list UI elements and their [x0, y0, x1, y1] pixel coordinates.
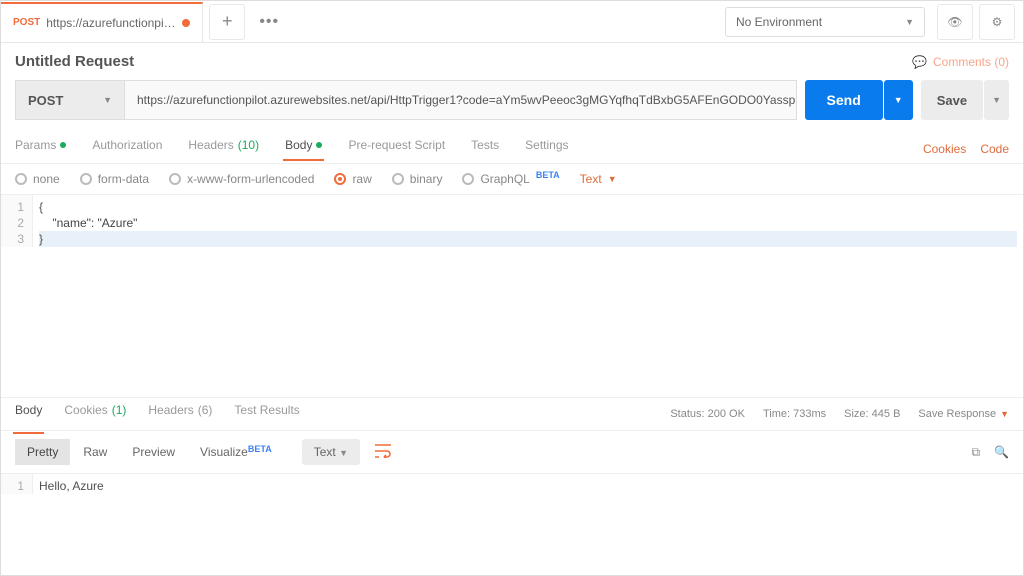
dots-icon: ••• — [259, 13, 279, 31]
chevron-down-icon: ▼ — [339, 448, 348, 458]
body-none[interactable]: none — [15, 172, 60, 186]
tab-headers[interactable]: Headers (10) — [188, 138, 259, 160]
response-status-info: Status: 200 OK Time: 733ms Size: 445 B S… — [670, 408, 1009, 420]
cookies-link[interactable]: Cookies — [923, 142, 966, 156]
comment-icon: 💬 — [912, 55, 927, 69]
chevron-down-icon: ▼ — [103, 95, 112, 105]
top-tab-bar: POST https://azurefunctionpilot.azu... +… — [1, 1, 1023, 43]
body-type-options: none form-data x-www-form-urlencoded raw… — [1, 164, 1023, 195]
request-tab[interactable]: POST https://azurefunctionpilot.azu... — [1, 2, 203, 42]
view-raw[interactable]: Raw — [71, 439, 119, 465]
response-time: 733ms — [793, 408, 826, 420]
body-graphql[interactable]: GraphQLBETA — [462, 172, 559, 186]
chevron-down-icon: ▼ — [608, 174, 617, 184]
chevron-down-icon: ▼ — [992, 95, 1001, 105]
environment-preview-button[interactable]: 👁 — [937, 4, 973, 40]
gear-icon: ⚙ — [992, 15, 1003, 29]
wrap-lines-button[interactable] — [374, 444, 392, 461]
unsaved-indicator-icon — [182, 19, 190, 27]
view-pretty[interactable]: Pretty — [15, 439, 70, 465]
tab-overflow-button[interactable]: ••• — [251, 4, 287, 40]
code-area[interactable]: { "name": "Azure" } — [33, 195, 1023, 247]
tab-params[interactable]: Params — [15, 138, 66, 160]
resp-tab-body[interactable]: Body — [15, 403, 42, 425]
save-response-button[interactable]: Save Response ▼ — [918, 408, 1009, 420]
method-value: POST — [28, 93, 63, 108]
search-response-button[interactable]: 🔍 — [994, 445, 1009, 460]
send-button[interactable]: Send — [805, 80, 883, 120]
request-title[interactable]: Untitled Request — [15, 53, 134, 70]
body-binary[interactable]: binary — [392, 172, 443, 186]
line-gutter: 123 — [1, 195, 33, 247]
response-body-viewer: 1 Hello, Azure — [1, 474, 1023, 494]
body-raw[interactable]: raw — [334, 172, 371, 186]
tab-method-label: POST — [13, 17, 40, 28]
response-toolbar: Pretty Raw Preview VisualizeBETA Text ▼ … — [1, 431, 1023, 474]
chevron-down-icon: ▼ — [905, 17, 914, 27]
comments-button[interactable]: 💬 Comments (0) — [912, 55, 1009, 69]
comments-label: Comments (0) — [933, 55, 1009, 69]
active-dot-icon — [316, 142, 322, 148]
save-options-button[interactable]: ▼ — [984, 80, 1009, 120]
environment-label: No Environment — [736, 15, 822, 29]
body-form-data[interactable]: form-data — [80, 172, 149, 186]
eye-icon: 👁 — [947, 15, 962, 29]
chevron-down-icon: ▼ — [1000, 409, 1009, 419]
response-format-selector[interactable]: Text ▼ — [302, 439, 360, 465]
chevron-down-icon: ▼ — [894, 95, 903, 105]
url-input[interactable]: https://azurefunctionpilot.azurewebsites… — [125, 80, 797, 120]
resp-tab-headers[interactable]: Headers (6) — [148, 403, 212, 425]
active-dot-icon — [60, 142, 66, 148]
url-row: POST ▼ https://azurefunctionpilot.azurew… — [1, 80, 1023, 120]
body-x-www[interactable]: x-www-form-urlencoded — [169, 172, 314, 186]
code-link[interactable]: Code — [980, 142, 1009, 156]
tab-title-label: https://azurefunctionpilot.azu... — [46, 16, 176, 30]
line-gutter: 1 — [1, 474, 33, 494]
response-size: 445 B — [872, 408, 901, 420]
status-code: 200 OK — [708, 408, 745, 420]
plus-icon: + — [222, 11, 233, 32]
tab-authorization[interactable]: Authorization — [92, 138, 162, 160]
resp-tab-test-results[interactable]: Test Results — [234, 403, 299, 425]
tab-body[interactable]: Body — [285, 138, 322, 160]
body-format-selector[interactable]: Text ▼ — [580, 172, 617, 186]
resp-tab-cookies[interactable]: Cookies (1) — [64, 403, 126, 425]
request-body-editor[interactable]: 123 { "name": "Azure" } — [1, 195, 1023, 247]
copy-response-button[interactable]: ⧉ — [971, 445, 980, 460]
new-tab-button[interactable]: + — [209, 4, 245, 40]
environment-selector[interactable]: No Environment ▼ — [725, 7, 925, 37]
send-options-button[interactable]: ▼ — [884, 80, 913, 120]
view-preview[interactable]: Preview — [120, 439, 187, 465]
save-button[interactable]: Save — [921, 80, 983, 120]
tab-prerequest[interactable]: Pre-request Script — [348, 138, 445, 160]
response-tabs: Body Cookies (1) Headers (6) Test Result… — [1, 397, 1023, 431]
request-header: Untitled Request 💬 Comments (0) — [1, 43, 1023, 80]
tab-settings[interactable]: Settings — [525, 138, 568, 160]
request-tabs: Params Authorization Headers (10) Body P… — [1, 134, 1023, 164]
response-code-area[interactable]: Hello, Azure — [33, 474, 1023, 494]
method-selector[interactable]: POST ▼ — [15, 80, 125, 120]
tab-tests[interactable]: Tests — [471, 138, 499, 160]
settings-button[interactable]: ⚙ — [979, 4, 1015, 40]
view-visualize[interactable]: VisualizeBETA — [188, 439, 284, 465]
